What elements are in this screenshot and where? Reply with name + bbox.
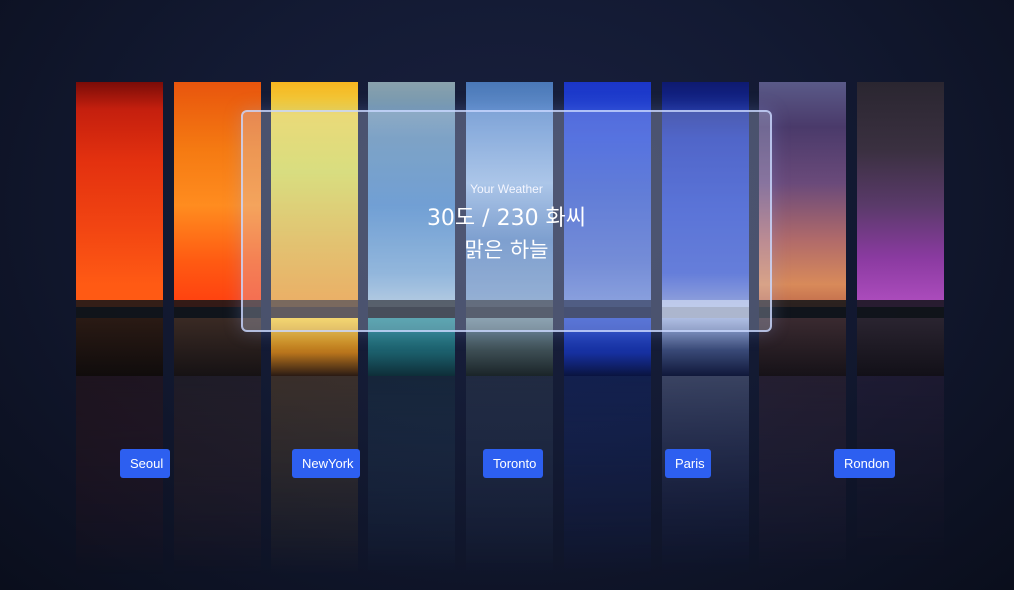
city-button-paris[interactable]: Paris	[665, 449, 711, 478]
city-button-newyork[interactable]: NewYork	[292, 449, 360, 478]
weather-card: Your Weather 30도 / 230 화씨 맑은 하늘	[241, 110, 772, 332]
sky-strip-red	[76, 82, 163, 376]
weather-label: Your Weather	[470, 182, 543, 196]
temperature-text: 30도 / 230 화씨	[426, 206, 587, 231]
sky-strip-violet	[857, 82, 944, 376]
weather-page: Your Weather 30도 / 230 화씨 맑은 하늘 Seoul Ne…	[0, 0, 1014, 590]
city-button-seoul[interactable]: Seoul	[120, 449, 170, 478]
city-button-rondon[interactable]: Rondon	[834, 449, 895, 478]
sky-condition-text: 맑은 하늘	[464, 238, 549, 262]
city-button-toronto[interactable]: Toronto	[483, 449, 543, 478]
sky-strip-purple	[759, 82, 846, 376]
